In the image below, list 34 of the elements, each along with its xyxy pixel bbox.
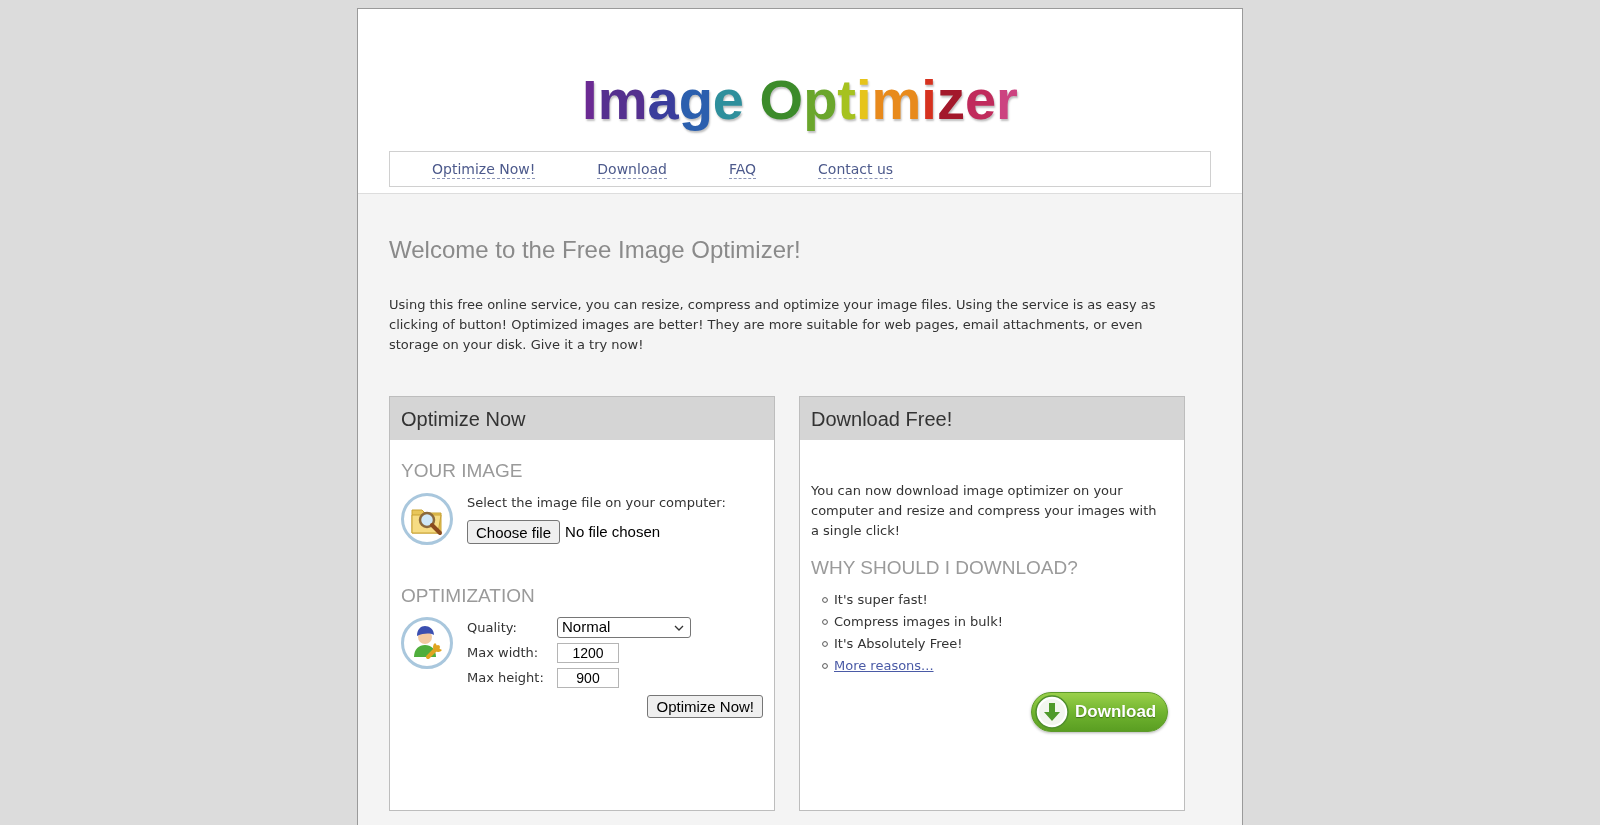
nav-link[interactable]: Optimize Now! (432, 159, 536, 179)
quality-select[interactable]: Normal (557, 617, 691, 638)
circle-bullet-icon (822, 663, 828, 669)
reason-text: Compress images in bulk! (834, 613, 1003, 632)
file-status: No file chosen (565, 521, 661, 542)
field-label: Max width: (467, 644, 540, 663)
folder-search-icon (401, 493, 453, 545)
nav-link[interactable]: FAQ (728, 159, 757, 179)
file-prompt: Select the image file on your computer: (467, 494, 726, 512)
section-heading: OPTIMIZATION (401, 585, 536, 607)
circle-bullet-icon (822, 619, 828, 625)
reason-text: It's super fast! (834, 591, 928, 610)
download-description: You can now download image optimizer on your computer and resize and compress your images with a single click! (811, 482, 1158, 540)
intro-paragraph: Using this free online service, you can resize, compress and optimize your image files. Using the service is as easy as clicking of button! Optimized images are better! They are more suitable for web pages, email attachments, or even storage on your disk. Give it a try now! (389, 296, 1157, 354)
more-reasons-link[interactable]: More reasons... (834, 656, 934, 676)
nav-link[interactable]: Download (597, 159, 667, 179)
page-heading: Welcome to the Free Image Optimizer! (389, 236, 802, 264)
circle-bullet-icon (822, 641, 828, 647)
number-input[interactable]: 1200 (557, 643, 619, 663)
section-heading: WHY SHOULD I DOWNLOAD? (811, 557, 1079, 579)
choose-file-button[interactable]: Choose file (467, 520, 561, 544)
user-wrench-icon (401, 617, 453, 669)
reason-text: It's Absolutely Free! (834, 635, 963, 654)
chevron-down-icon (674, 624, 684, 631)
panel-title: Download Free! (811, 406, 953, 432)
number-input[interactable]: 900 (557, 668, 619, 688)
nav-link[interactable]: Contact us (818, 159, 894, 179)
optimize-button[interactable]: Optimize Now! (647, 695, 763, 718)
logo-text: Image Optimizer (582, 67, 1018, 133)
circle-bullet-icon (822, 597, 828, 603)
panel-title: Optimize Now (401, 406, 526, 432)
section-heading: YOUR IMAGE (401, 460, 524, 482)
field-label: Max height: (467, 669, 545, 688)
field-label: Quality: (467, 618, 518, 637)
